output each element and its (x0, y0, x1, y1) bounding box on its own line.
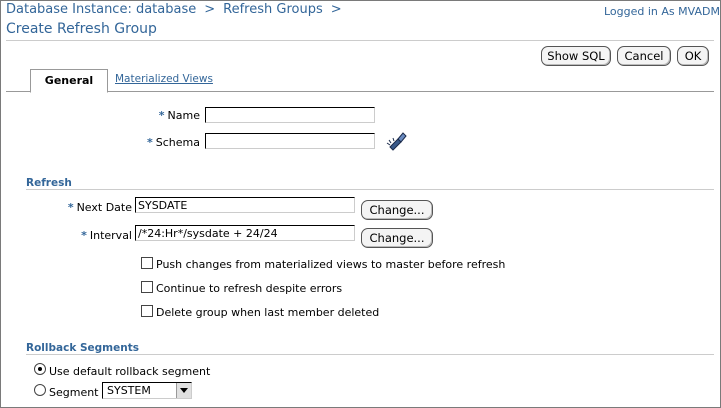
refresh-section-title: Refresh (26, 177, 72, 189)
name-label: * Name (158, 109, 200, 122)
delete-group-label: Delete group when last member deleted (156, 306, 380, 319)
page-title: Create Refresh Group (6, 21, 157, 37)
radio-selected-dot (38, 367, 42, 371)
tab-materialized-views[interactable]: Materialized Views (115, 73, 213, 85)
next-date-change-button[interactable]: Change... (361, 200, 433, 220)
flashlight-icon[interactable] (384, 129, 408, 153)
default-rollback-radio[interactable] (34, 363, 46, 375)
interval-label: * Interval (81, 229, 132, 242)
required-marker: * (158, 109, 165, 122)
required-marker: * (81, 229, 87, 242)
logged-in-status: Logged in As MVADMIN (604, 5, 721, 18)
continue-refresh-checkbox[interactable] (141, 281, 153, 293)
ok-button[interactable]: OK (677, 46, 709, 66)
rollback-section-divider (26, 354, 714, 355)
tab-general[interactable]: General (30, 69, 108, 93)
segment-select-value: SYSTEM (107, 384, 151, 397)
schema-label: * Schema (147, 136, 200, 149)
segment-label: Segment (49, 386, 99, 399)
breadcrumb-link-database[interactable]: Database Instance: database (6, 2, 196, 17)
delete-group-checkbox[interactable] (141, 305, 153, 317)
cancel-button[interactable]: Cancel (617, 46, 671, 66)
push-changes-checkbox[interactable] (141, 257, 153, 269)
tab-bar: General Materialized Views (6, 69, 714, 93)
next-date-label: * Next Date (67, 201, 132, 214)
default-rollback-label: Use default rollback segment (49, 365, 211, 378)
required-marker: * (67, 201, 74, 214)
schema-input[interactable] (205, 133, 375, 149)
chevron-down-icon[interactable] (176, 383, 191, 398)
next-date-input[interactable] (135, 197, 355, 213)
interval-input[interactable] (135, 225, 355, 241)
segment-radio[interactable] (34, 384, 46, 396)
breadcrumb: Database Instance: database > Refresh Grou… (6, 2, 350, 17)
show-sql-button[interactable]: Show SQL (541, 46, 611, 66)
push-changes-label: Push changes from materialized views to … (156, 258, 506, 271)
segment-select[interactable]: SYSTEM (102, 382, 192, 399)
required-marker: * (147, 136, 153, 149)
refresh-section-divider (26, 189, 714, 190)
continue-refresh-label: Continue to refresh despite errors (156, 282, 343, 295)
header-divider (6, 40, 714, 41)
breadcrumb-separator: > (204, 2, 216, 17)
name-input[interactable] (205, 107, 375, 123)
interval-change-button[interactable]: Change... (361, 228, 433, 248)
breadcrumb-link-refresh-groups[interactable]: Refresh Groups (223, 2, 323, 17)
breadcrumb-separator: > (330, 2, 342, 17)
rollback-section-title: Rollback Segments (26, 342, 139, 354)
